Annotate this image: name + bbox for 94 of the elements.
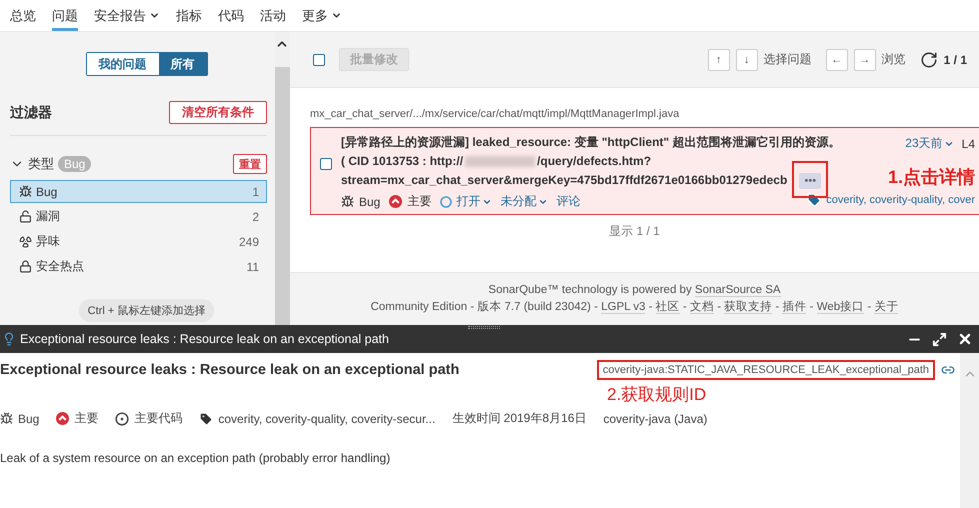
activation-date: 生效时间 2019年8月16日 [452,410,586,427]
facet-title: 类型 [28,155,54,173]
annotation-box [792,160,828,198]
scrollbar[interactable] [960,353,979,508]
lightbulb-icon [2,332,16,346]
reset-button[interactable]: 重置 [233,154,267,174]
issue-message[interactable]: /query/defects.htm? [537,152,652,171]
toolbar-label: 浏览 [882,51,906,68]
unlocked-padlock-icon [19,210,32,223]
nav-tab[interactable]: 总览 [10,0,36,31]
facet-count: 11 [246,260,259,274]
comment-link[interactable]: 评论 [556,193,581,210]
toolbar-label: 选择问题 [764,51,812,68]
more-details-button[interactable]: ••• [799,172,822,188]
page-count: 1 / 1 [944,52,967,66]
resize-handle[interactable] [468,326,500,329]
panel-title: Exceptional resource leaks : Resource leak on an exceptional path [20,332,390,346]
age-dropdown[interactable]: 23天前 [905,135,954,152]
facet-item[interactable]: 安全热点 11 [10,255,267,278]
arrow-key-button[interactable]: ↑ [708,48,730,70]
severity-icon [389,195,402,208]
bug-icon [341,195,354,208]
hint-pill: Ctrl + 鼠标左键添加选择 [78,299,214,322]
bug-icon [19,185,32,198]
facet-label: 异味 [36,233,60,250]
target-icon [115,412,130,426]
clear-filters-button[interactable]: 清空所有条件 [169,101,267,124]
severity-icon [56,412,70,425]
checkbox[interactable] [320,158,332,170]
toggle-button[interactable]: 所有 [158,53,206,75]
nav-tab[interactable]: 活动 [260,0,286,31]
issue-type: Bug [359,194,380,208]
tag-icon [199,412,214,426]
footer-link[interactable]: LGPL v3 [601,301,646,314]
reload-icon[interactable] [920,50,938,68]
footer-text: SonarQube™ technology is powered by SonarSource SA [488,284,781,296]
rule-tags: coverity, coverity-quality, coverity-secur... [218,412,436,426]
status-dropdown[interactable]: 打开 [440,193,492,210]
nav-tab[interactable]: 安全报告 [94,0,160,31]
issue-message[interactable]: [异常路径上的资源泄漏] leaked_resource: 变量 "httpClient" 超出范围将泄漏它引用的资源。 [341,133,840,152]
checkbox[interactable] [313,54,325,66]
rule-heading: Exceptional resource leaks : Resource leak on an exceptional path [0,362,460,378]
issue-tags[interactable]: coverity, coverity-quality, cover [826,194,975,206]
results-count: 显示 1 / 1 [609,223,660,240]
rule-repository: coverity-java (Java) [603,412,708,426]
scrollbar[interactable] [275,32,290,325]
footer-link[interactable]: 关于 [874,301,898,314]
bug-icon [0,412,13,425]
facet-count: 2 [252,210,259,224]
rule-description: Leak of a system resource on an exception path (probably error handling) [0,451,392,465]
filter-title: 过滤器 [10,104,52,122]
facet-label: 安全热点 [36,258,84,275]
arrow-key-button[interactable]: → [854,48,876,70]
issue-card[interactable] [310,127,979,215]
arrow-key-button[interactable]: ← [826,48,848,70]
expand-icon[interactable] [932,332,947,346]
facet-label: Bug [36,184,58,198]
rule-key: coverity-java:STATIC_JAVA_RESOURCE_LEAK_exceptional_path [596,360,935,380]
file-path: mx_car_chat_server/.../mx/service/car/chat/mqtt/impl/MqttManagerImpl.java [310,108,680,120]
facet-count: 1 [252,184,259,198]
footer-link[interactable]: 文档 [690,301,714,314]
toggle-button[interactable]: 我的问题 [86,53,158,75]
facet-count: 249 [238,234,259,248]
redacted-text [465,156,536,167]
facet-item[interactable]: 漏洞 2 [10,205,267,228]
footer-link[interactable]: 插件 [782,301,806,314]
status-circle-icon [440,196,452,208]
footer-link[interactable]: 获取支持 [724,301,772,314]
nav-tab[interactable]: 更多 [302,0,342,31]
facet-item[interactable]: 异味 249 [10,230,267,253]
nav-tab[interactable]: 代码 [218,0,244,31]
annotation-text: 2.获取规则ID [607,384,706,406]
facet-item[interactable]: Bug 1 [10,180,267,203]
footer-link[interactable]: Web接口 [816,301,864,314]
tag-icon [807,193,822,207]
footer-text: Community Edition - 版本 7.7 (build 23042) - LGPL v3 - 社区 - 文档 - 获取支持 - 插件 - Web接口 - 关于 [370,300,898,314]
assignee-dropdown[interactable]: 未分配 [500,193,548,210]
issue-severity[interactable]: 主要 [407,193,432,210]
footer-link[interactable]: SonarSource SA [694,284,781,297]
issue-message[interactable]: ( CID 1013753 : http:// [341,152,464,171]
annotation-text: 1.点击详情 [888,168,976,187]
footer-link[interactable]: 社区 [656,301,680,314]
facet-badge: Bug [58,156,92,172]
arrow-key-button[interactable]: ↓ [736,48,758,70]
rule-severity: 主要 [74,410,98,427]
quality-profile: 主要代码 [134,410,182,427]
radiation-icon [19,235,32,248]
nav-tab[interactable]: 指标 [176,0,202,31]
line-number: L4 [962,136,975,150]
rule-type: Bug [18,412,40,426]
padlock-icon [19,260,32,273]
close-icon[interactable] [957,331,973,347]
issue-message[interactable]: stream=mx_car_chat_server&mergeKey=475bd17ffdf2671e0166bb01279edecb [341,171,788,190]
facet-label: 漏洞 [36,208,60,225]
